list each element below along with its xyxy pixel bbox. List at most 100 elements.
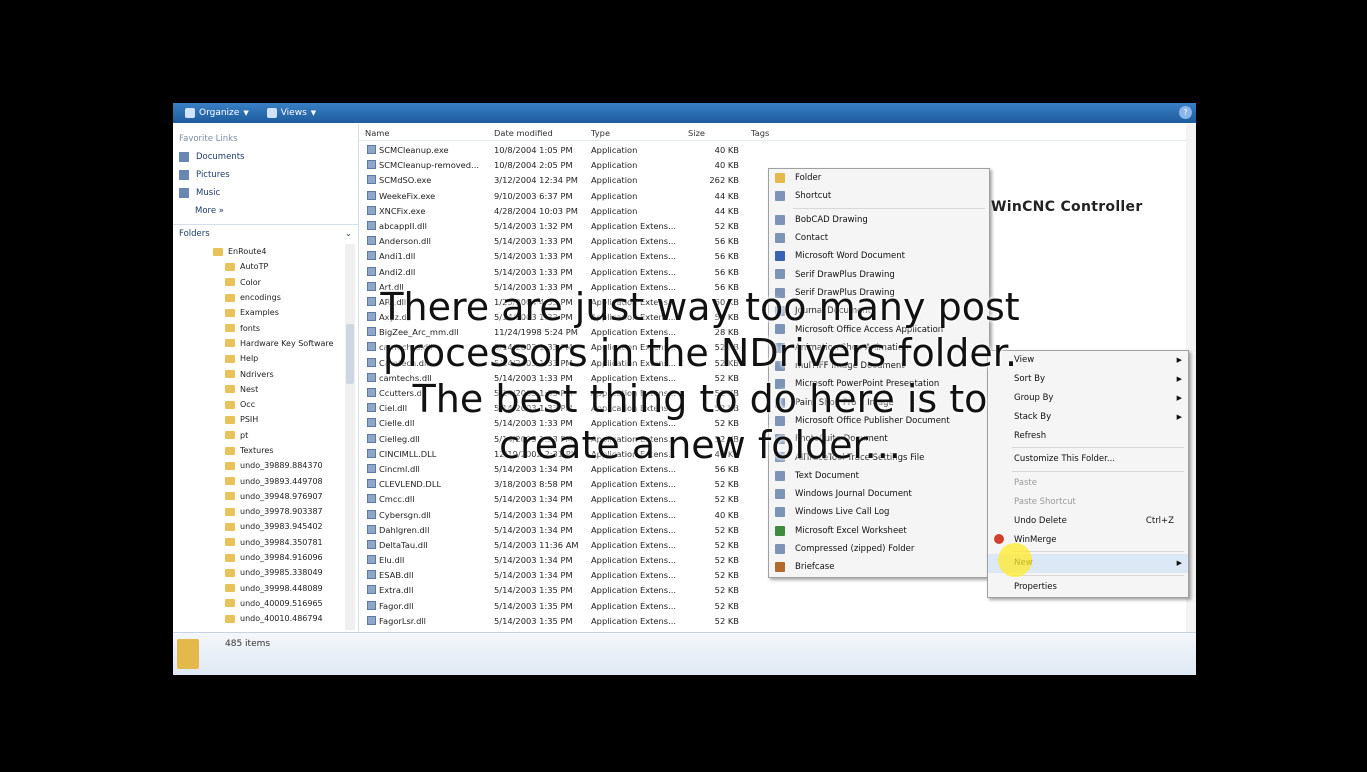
more-link[interactable]: More » [173, 202, 358, 220]
new-menu-item-label: PhotoSuite Document [795, 434, 888, 445]
tree-item[interactable]: PSIH [173, 412, 345, 427]
new-menu-item[interactable]: Microsoft Office Access Application [769, 320, 989, 338]
table-row[interactable]: Fagor.dll 5/14/2003 1:35 PM Application Ex… [359, 599, 1189, 614]
tree-item[interactable]: Textures [173, 443, 345, 458]
tree-item[interactable]: undo_39984.350781 [173, 535, 345, 550]
folder-icon [225, 293, 235, 302]
file-name: Extra.dll [379, 585, 414, 596]
favorite-link-pictures[interactable]: Pictures [173, 166, 358, 184]
dll-icon [367, 479, 376, 489]
tree-item[interactable]: encodings [173, 290, 345, 305]
tree-item-label: undo_39983.945402 [240, 522, 323, 532]
column-size[interactable]: Size [688, 128, 705, 138]
tree-item[interactable]: Nest [173, 382, 345, 397]
help-icon[interactable]: ? [1179, 106, 1192, 119]
menu-item-stack-by[interactable]: Stack By ▶ [988, 407, 1188, 426]
menu-item-refresh[interactable]: Refresh [988, 426, 1188, 445]
table-row[interactable]: SCMCleanup.exe 10/8/2004 1:05 PM Applicati… [359, 143, 1189, 158]
file-size: 52 KB [714, 388, 739, 398]
tree-item[interactable]: undo_39998.448089 [173, 581, 345, 596]
favorite-link-documents[interactable]: Documents [173, 148, 358, 166]
column-headers: Name Date modified Type Size Tags [359, 124, 1189, 141]
new-menu-item[interactable]: PhotoSuite Document [769, 430, 989, 448]
new-menu-item[interactable]: Serif DrawPlus Drawing [769, 284, 989, 302]
new-menu-item[interactable]: AllTraceTool Trace Settings File [769, 448, 989, 466]
new-menu-item-label: Microsoft PowerPoint Presentation [795, 379, 940, 390]
new-menu-item[interactable]: Briefcase [769, 558, 989, 576]
tree-item[interactable]: pt [173, 428, 345, 443]
new-menu-item[interactable]: BobCAD Drawing [769, 211, 989, 229]
tree-item[interactable]: AutoTP [173, 259, 345, 274]
new-menu-item[interactable]: Animation Shop Animation [769, 339, 989, 357]
menu-item-view[interactable]: View ▶ [988, 351, 1188, 370]
new-menu-item[interactable]: Compressed (zipped) Folder [769, 540, 989, 558]
details-pane: 485 items [173, 632, 1196, 675]
file-type: Application Extens... [591, 600, 676, 611]
nav-scroll-thumb[interactable] [346, 324, 354, 384]
menu-item-paste[interactable]: Paste [988, 474, 1188, 493]
organize-button[interactable]: Organize ▼ [179, 104, 255, 122]
tree-item[interactable]: fonts [173, 320, 345, 335]
column-tags[interactable]: Tags [751, 128, 769, 138]
tree-item[interactable]: undo_40010.486794 [173, 611, 345, 626]
tree-item[interactable]: Ndrivers [173, 366, 345, 381]
file-size: 56 KB [714, 281, 739, 292]
menu-item-customize-this-folder[interactable]: Customize This Folder... [988, 450, 1188, 469]
new-menu-item[interactable]: mulTIFF Image Document [769, 357, 989, 375]
table-row[interactable]: FagorLsr.dll 5/14/2003 1:35 PM Application… [359, 614, 1189, 629]
file-date: 5/14/2003 1:33 PM [494, 342, 573, 353]
tree-item[interactable]: undo_39985.338049 [173, 565, 345, 580]
new-menu-item[interactable]: Windows Live Call Log [769, 503, 989, 521]
chevron-right-icon: ▶ [1176, 412, 1182, 421]
tree-item[interactable]: EnRoute4 [173, 244, 345, 259]
column-type[interactable]: Type [591, 128, 610, 138]
new-menu-item[interactable]: Journal Document [769, 302, 989, 320]
new-menu-item[interactable]: Text Document [769, 467, 989, 485]
dll-icon [367, 448, 376, 458]
menu-item-sort-by[interactable]: Sort By ▶ [988, 370, 1188, 389]
tree-item[interactable]: undo_39889.884370 [173, 458, 345, 473]
file-size: 52 KB [714, 342, 739, 353]
tree-item[interactable]: undo_39948.976907 [173, 489, 345, 504]
file-size: 52 KB [714, 357, 739, 368]
tree-item[interactable]: undo_39984.916096 [173, 550, 345, 565]
new-menu-item[interactable]: Shortcut [769, 187, 989, 205]
dll-icon [367, 357, 376, 367]
new-menu-item[interactable]: Contact [769, 229, 989, 247]
folders-header[interactable]: Folders ⌄ [173, 224, 358, 242]
tree-item[interactable]: undo_39893.449708 [173, 473, 345, 488]
tree-item[interactable]: undo_40009.516965 [173, 596, 345, 611]
tree-item[interactable]: Color [173, 275, 345, 290]
organize-icon [185, 108, 195, 118]
tree-item[interactable]: Occ [173, 397, 345, 412]
new-menu-item[interactable]: Microsoft Word Document [769, 247, 989, 265]
tree-item-label: AutoTP [240, 262, 269, 272]
briefcase-icon [775, 562, 785, 573]
new-menu-item[interactable]: Serif DrawPlus Drawing [769, 265, 989, 283]
tree-item[interactable]: Hardware Key Software [173, 336, 345, 351]
new-menu-item[interactable]: Microsoft PowerPoint Presentation [769, 375, 989, 393]
menu-item-group-by[interactable]: Group By ▶ [988, 389, 1188, 408]
new-menu-item[interactable]: Microsoft Office Publisher Document [769, 412, 989, 430]
dll-icon [367, 266, 376, 276]
menu-item-undo-delete[interactable]: Undo Delete Ctrl+Z [988, 511, 1188, 530]
folder-icon [225, 568, 235, 577]
column-date-modified[interactable]: Date modified [494, 128, 553, 138]
menu-item-properties[interactable]: Properties [988, 578, 1188, 597]
nav-scrollbar[interactable] [345, 244, 355, 630]
new-menu-item[interactable]: Microsoft Excel Worksheet [769, 522, 989, 540]
views-button[interactable]: Views ▼ [261, 104, 322, 122]
new-menu-item[interactable]: Folder [769, 169, 989, 187]
tree-item-label: encodings [240, 293, 281, 303]
tree-item[interactable]: Examples [173, 305, 345, 320]
tree-item[interactable]: Help [173, 351, 345, 366]
tree-item[interactable]: undo_39983.945402 [173, 519, 345, 534]
file-type: Application [591, 175, 638, 186]
new-menu-item[interactable]: Windows Journal Document [769, 485, 989, 503]
column-name[interactable]: Name [365, 128, 389, 138]
new-menu-item[interactable]: Paint Shop Pro 5 Image [769, 394, 989, 412]
tree-item[interactable]: undo_39978.903387 [173, 504, 345, 519]
new-menu-item-label: Shortcut [795, 191, 832, 202]
favorite-link-music[interactable]: Music [173, 184, 358, 202]
menu-item-paste-shortcut[interactable]: Paste Shortcut [988, 493, 1188, 512]
